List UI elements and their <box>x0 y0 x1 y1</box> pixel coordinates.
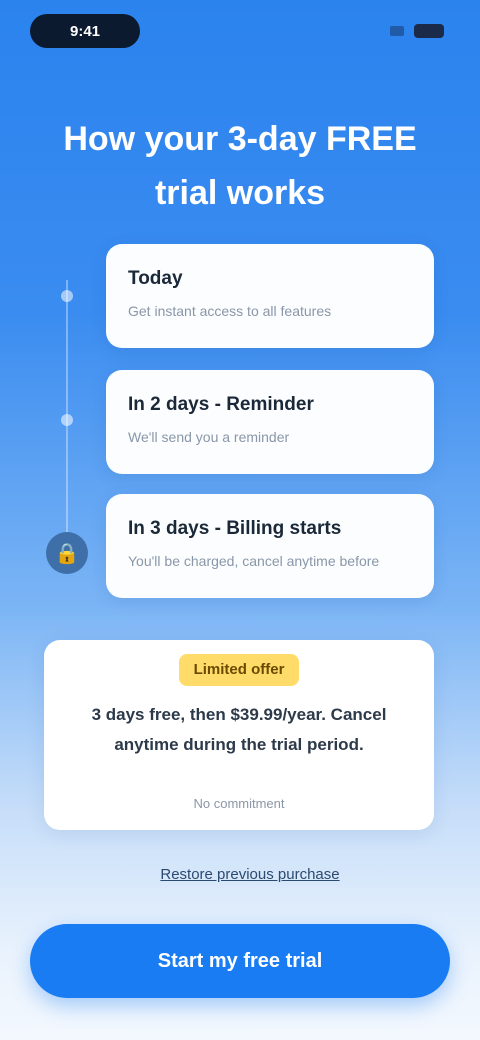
step-desc: You'll be charged, cancel anytime before <box>128 553 380 569</box>
step-title: In 2 days - Reminder <box>128 394 314 415</box>
step-desc: We'll send you a reminder <box>128 429 290 445</box>
status-time: 9:41 <box>30 14 140 48</box>
timeline-node <box>61 290 73 302</box>
timeline-line <box>66 280 68 540</box>
headline: How your 3-day FREE trial works <box>63 120 417 212</box>
step-card-reminder: In 2 days - Reminder We'll send you a re… <box>106 370 434 474</box>
step-card-today: Today Get instant access to all features <box>106 244 434 348</box>
lock-icon: 🔒 <box>46 532 88 574</box>
battery-icon <box>414 24 444 38</box>
step-desc: Get instant access to all features <box>128 303 332 319</box>
step-card-billing: In 3 days - Billing starts You'll be cha… <box>106 494 434 598</box>
offer-card: Limited offer 3 days free, then $39.99/y… <box>44 640 434 830</box>
start-trial-button[interactable]: Start my free trial <box>30 924 450 998</box>
status-icons <box>390 24 444 38</box>
restore-purchase-link[interactable]: Restore previous purchase <box>120 866 380 883</box>
offer-badge: Limited offer <box>179 654 299 686</box>
step-title: Today <box>128 268 183 289</box>
timeline-node <box>61 414 73 426</box>
offer-fine-print: No commitment <box>193 796 285 811</box>
signal-icon <box>390 26 404 36</box>
step-title: In 3 days - Billing starts <box>128 518 342 539</box>
status-bar: 9:41 <box>0 0 480 60</box>
